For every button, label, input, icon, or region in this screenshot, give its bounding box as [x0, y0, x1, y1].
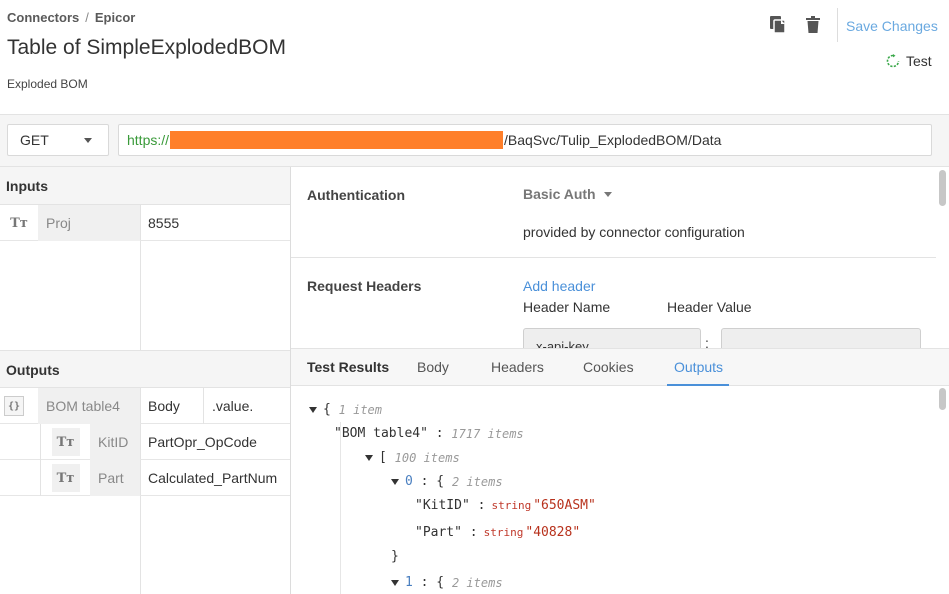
- inputs-header: Inputs: [0, 167, 290, 205]
- breadcrumb: Connectors / Epicor: [7, 10, 135, 25]
- request-bar: GET https:// /BaqSvc/Tulip_ExplodedBOM/D…: [0, 115, 949, 167]
- tree-close-brace: }: [391, 549, 399, 564]
- header-value-input[interactable]: [721, 328, 921, 348]
- input-name[interactable]: Proj: [38, 205, 140, 241]
- input-value[interactable]: 8555: [148, 205, 288, 241]
- chevron-down-icon: [84, 138, 92, 143]
- tab-headers[interactable]: Headers: [491, 359, 544, 375]
- refresh-icon: [886, 54, 900, 68]
- object-type-icon[interactable]: {}: [4, 396, 24, 416]
- url-path: /BaqSvc/Tulip_ExplodedBOM/Data: [504, 132, 722, 148]
- text-type-icon[interactable]: Tт: [5, 209, 33, 237]
- auth-type-value: Basic Auth: [523, 186, 596, 202]
- output-table-source[interactable]: Body: [148, 388, 203, 424]
- results-scrollbar[interactable]: [939, 388, 946, 410]
- test-button[interactable]: Test: [886, 53, 932, 69]
- output-field-value[interactable]: PartOpr_OpCode: [148, 424, 288, 460]
- url-input[interactable]: https:// /BaqSvc/Tulip_ExplodedBOM/Data: [118, 124, 932, 156]
- output-field-row: Tт Part Calculated_PartNum: [0, 460, 290, 496]
- caret-down-icon[interactable]: [391, 478, 399, 485]
- add-header-link[interactable]: Add header: [523, 278, 595, 294]
- request-headers-label: Request Headers: [307, 278, 422, 294]
- config-scrollbar[interactable]: [939, 170, 946, 206]
- header-colon: :: [705, 335, 709, 348]
- test-results-panel: Test Results Body Headers Cookies Output…: [291, 348, 949, 594]
- results-tabs: Test Results Body Headers Cookies Output…: [291, 348, 949, 386]
- output-table-row: {} BOM table4 Body .value.: [0, 388, 290, 424]
- tree-node-table: "BOM table4" : 1717 items: [334, 426, 524, 441]
- breadcrumb-current[interactable]: Epicor: [95, 10, 135, 25]
- breadcrumb-connectors-link[interactable]: Connectors: [7, 10, 79, 25]
- header-name-input[interactable]: x-api-key: [523, 328, 701, 348]
- tree-guide-line: [340, 422, 341, 594]
- output-table-name[interactable]: BOM table4: [38, 388, 140, 424]
- authentication-label: Authentication: [307, 187, 405, 203]
- auth-type-select[interactable]: Basic Auth: [523, 186, 612, 202]
- tab-test-results: Test Results: [307, 359, 390, 375]
- text-type-icon[interactable]: Tт: [51, 464, 80, 492]
- auth-note: provided by connector configuration: [523, 224, 745, 240]
- caret-down-icon[interactable]: [309, 406, 317, 413]
- tree-node-item: 1 : { 2 items: [391, 575, 503, 590]
- page-header: Connectors / Epicor Table of SimpleExplo…: [0, 0, 949, 115]
- method-select[interactable]: GET: [7, 124, 109, 156]
- inputs-outputs-panel: Inputs Tт Proj 8555 Outputs {} BOM table…: [0, 167, 291, 594]
- tree-node-item: 0 : { 2 items: [391, 474, 503, 489]
- tab-cookies[interactable]: Cookies: [583, 359, 634, 375]
- caret-down-icon[interactable]: [391, 579, 399, 586]
- tree-node-array: [ 100 items: [365, 450, 460, 465]
- outputs-header: Outputs: [0, 350, 290, 388]
- json-tree: { 1 item "BOM table4" : 1717 items [ 100…: [291, 386, 941, 594]
- page-title: Table of SimpleExplodedBOM: [7, 36, 286, 59]
- breadcrumb-separator: /: [85, 10, 89, 25]
- text-type-icon[interactable]: Tт: [51, 428, 80, 456]
- tab-outputs[interactable]: Outputs: [674, 359, 723, 375]
- method-value: GET: [20, 132, 49, 148]
- test-label: Test: [906, 53, 932, 69]
- url-protocol: https://: [127, 132, 170, 148]
- trash-icon[interactable]: [802, 14, 824, 36]
- duplicate-icon[interactable]: [767, 14, 789, 36]
- header-value-column: Header Value: [667, 299, 752, 315]
- tree-field-part: "Part" : string "40828": [415, 525, 581, 540]
- output-field-row: Tт KitID PartOpr_OpCode: [0, 424, 290, 460]
- output-field-value[interactable]: Calculated_PartNum: [148, 460, 288, 496]
- config-divider: [291, 257, 936, 258]
- tab-body[interactable]: Body: [417, 359, 449, 375]
- page-subtitle: Exploded BOM: [7, 77, 88, 91]
- tree-node-root: { 1 item: [309, 402, 382, 417]
- chevron-down-icon: [603, 191, 612, 197]
- request-config-panel: Authentication Basic Auth provided by co…: [291, 167, 949, 348]
- url-redaction: [170, 131, 504, 149]
- header-name-column: Header Name: [523, 299, 611, 315]
- save-changes-button[interactable]: Save Changes: [846, 18, 938, 34]
- output-table-path[interactable]: .value.: [203, 388, 290, 424]
- input-row: Tт Proj 8555: [0, 205, 290, 241]
- toolbar-divider: [837, 8, 838, 42]
- caret-down-icon[interactable]: [365, 454, 373, 461]
- output-field-name[interactable]: Part: [90, 460, 140, 496]
- output-field-name[interactable]: KitID: [90, 424, 140, 460]
- tree-field-kitid: "KitID" : string "650ASM": [415, 498, 596, 513]
